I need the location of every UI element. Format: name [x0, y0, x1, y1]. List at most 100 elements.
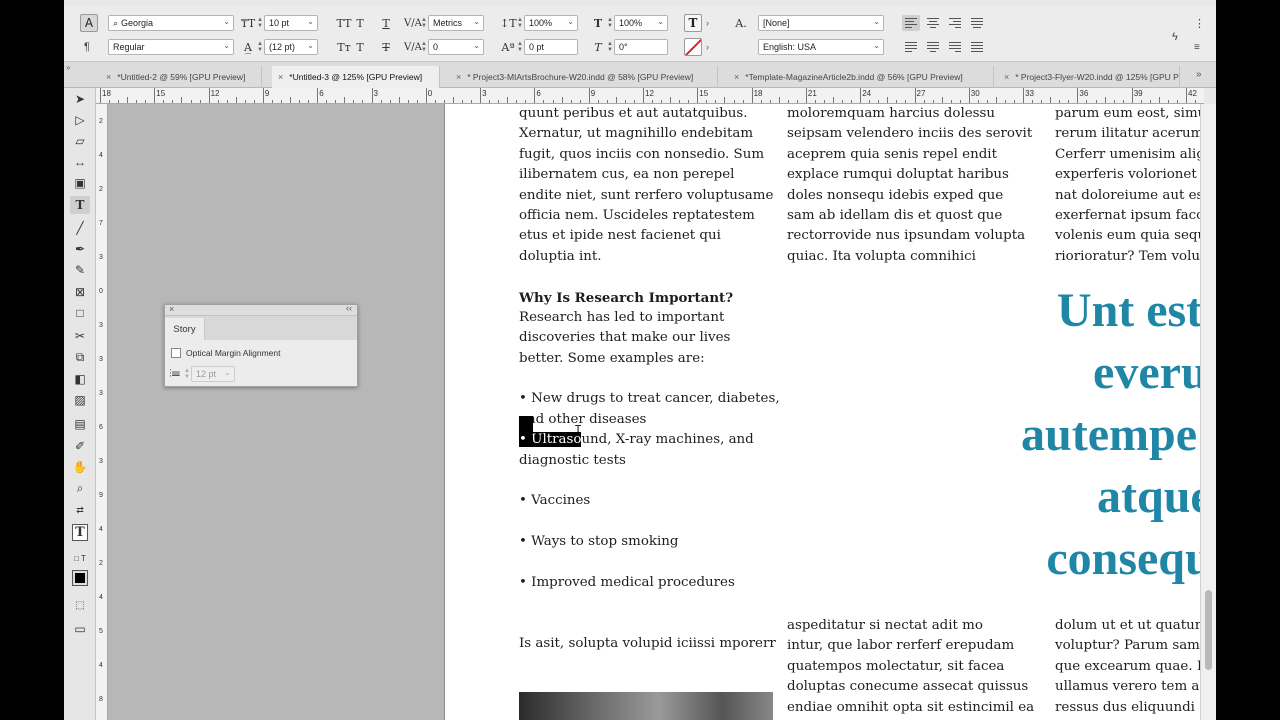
character-style-select[interactable]: [None] ⌄: [758, 15, 884, 31]
superscript-button[interactable]: T: [352, 17, 368, 30]
vertical-scale-field[interactable]: 100% ⌄: [524, 15, 578, 31]
horizontal-scale-field[interactable]: 100% ⌄: [614, 15, 668, 31]
scrollbar-thumb[interactable]: [1205, 590, 1212, 670]
note-tool-icon[interactable]: ▤: [70, 415, 90, 433]
line-tool-icon[interactable]: ╱: [70, 219, 90, 237]
strikethrough-button[interactable]: T: [378, 41, 394, 54]
gradient-swatch-tool-icon[interactable]: ◧: [70, 370, 90, 388]
margin-size-field[interactable]: 12 pt ⌄: [191, 366, 235, 382]
scissors-tool-icon[interactable]: ✂: [70, 327, 90, 345]
page-tool-icon[interactable]: ▱: [70, 132, 90, 150]
pull-quote[interactable]: Unt estiis qui n everum aut q autempe pa…: [865, 280, 1200, 590]
skew-field[interactable]: 0°: [614, 39, 668, 55]
leading-field[interactable]: (12 pt) ⌄: [264, 39, 318, 55]
text-column-1[interactable]: quunt peribus et aut autatquibus. Xernat…: [519, 104, 780, 655]
tab-untitled-2[interactable]: × *Untitled-2 @ 59% [GPU Preview]: [100, 66, 262, 88]
font-size-stepper[interactable]: ▲ ▼: [256, 15, 264, 31]
rectangle-tool-icon[interactable]: □: [70, 304, 90, 322]
kerning-stepper[interactable]: ▲ ▼: [420, 15, 428, 31]
text-column-3-lower[interactable]: dolum ut et ut quatur voluptur? Parum sa…: [1055, 616, 1200, 718]
direct-selection-tool-icon[interactable]: ▷: [70, 111, 90, 129]
pasteboard[interactable]: [108, 104, 444, 720]
optical-margin-alignment-checkbox[interactable]: Optical Margin Alignment: [171, 348, 281, 358]
paragraph-formatting-button[interactable]: ¶: [84, 38, 90, 56]
selection-tool-icon[interactable]: ➤: [70, 90, 90, 108]
lightning-icon[interactable]: ϟ: [1172, 28, 1178, 46]
normal-view-icon[interactable]: ▭: [70, 620, 90, 638]
hand-tool-icon[interactable]: ✋: [70, 458, 90, 476]
content-collector-icon[interactable]: ▣: [70, 174, 90, 192]
panel-menu-icon[interactable]: ⋮: [1194, 14, 1205, 32]
formatting-text-icon[interactable]: T: [70, 522, 90, 542]
collapse-icon[interactable]: ‹‹: [346, 303, 352, 313]
vertical-ruler[interactable]: 2 4 2 7 3 0 3 3 3 6 3 9 4 2 4 5 4 8: [96, 104, 108, 720]
pen-tool-icon[interactable]: ✒: [70, 240, 90, 258]
panel-titlebar[interactable]: × ‹‹: [165, 303, 357, 316]
fill-text-button[interactable]: T: [684, 14, 702, 32]
font-style-field[interactable]: Regular ⌄: [108, 39, 234, 55]
align-center-button[interactable]: [924, 15, 942, 31]
tracking-field[interactable]: 0 ⌄: [428, 39, 484, 55]
text-column-2-lower[interactable]: aspeditatur si nectat adit mo intur, que…: [787, 616, 1034, 718]
vertical-scale-stepper[interactable]: ▲ ▼: [516, 15, 524, 31]
free-transform-tool-icon[interactable]: ⧉: [70, 348, 90, 366]
font-size-field[interactable]: 10 pt ⌄: [264, 15, 318, 31]
kerning-field[interactable]: Metrics ⌄: [428, 15, 484, 31]
close-icon[interactable]: ×: [734, 72, 739, 82]
align-left-button[interactable]: [902, 15, 920, 31]
horizontal-scale-stepper[interactable]: ▲ ▼: [606, 15, 614, 31]
all-caps-button[interactable]: TT: [336, 17, 352, 30]
baseline-shift-field[interactable]: 0 pt: [524, 39, 578, 55]
screen-mode-icon[interactable]: ⬚: [70, 596, 90, 614]
leading-stepper[interactable]: ▲ ▼: [256, 39, 264, 55]
gradient-feather-tool-icon[interactable]: ▨: [70, 391, 90, 409]
margin-size-stepper[interactable]: ▲ ▼: [183, 366, 191, 382]
tab-project3-brochure[interactable]: × * Project3-MIArtsBrochure-W20.indd @ 5…: [450, 66, 718, 88]
more-tabs-icon[interactable]: »: [1196, 69, 1202, 80]
align-towards-spine-button[interactable]: [968, 15, 986, 31]
baseline-shift-stepper[interactable]: ▲ ▼: [516, 39, 524, 55]
align-right-button[interactable]: [946, 15, 964, 31]
close-icon[interactable]: ×: [1004, 72, 1009, 82]
font-family-field[interactable]: ⌕ Georgia ⌄: [108, 15, 234, 31]
justify-center-button[interactable]: [924, 39, 942, 55]
tracking-stepper[interactable]: ▲ ▼: [420, 39, 428, 55]
hamburger-menu-icon[interactable]: ≡: [1194, 38, 1200, 56]
tab-project3-flyer[interactable]: × * Project3-Flyer-W20.indd @ 125% [GPU …: [998, 66, 1180, 88]
justify-all-button[interactable]: [968, 39, 986, 55]
close-icon[interactable]: ×: [169, 304, 174, 314]
close-icon[interactable]: ×: [456, 72, 461, 82]
eyedropper-tool-icon[interactable]: ✐: [70, 437, 90, 455]
tab-story[interactable]: Story: [165, 318, 205, 340]
photo-image[interactable]: [519, 692, 773, 720]
rectangle-frame-tool-icon[interactable]: ⊠: [70, 283, 90, 301]
vertical-scrollbar[interactable]: [1200, 104, 1216, 720]
tab-untitled-3[interactable]: × *Untitled-3 @ 125% [GPU Preview]: [272, 66, 440, 88]
type-tool-icon[interactable]: T: [70, 196, 90, 214]
apply-container-icon[interactable]: □ T: [70, 549, 90, 567]
justify-left-button[interactable]: [902, 39, 920, 55]
fill-swatch-icon[interactable]: [70, 569, 90, 587]
close-icon[interactable]: ×: [278, 72, 283, 82]
small-caps-button[interactable]: Tт: [336, 41, 352, 54]
stroke-none-button[interactable]: [684, 38, 702, 56]
language-select[interactable]: English: USA ⌄: [758, 39, 884, 55]
document-page[interactable]: quunt peribus et aut autatquibus. Xernat…: [444, 104, 1200, 720]
text-column-2[interactable]: moloremquam harcius dolessu seipsam vele…: [787, 104, 1032, 267]
pencil-tool-icon[interactable]: ✎: [70, 261, 90, 279]
story-panel[interactable]: × ‹‹ Story Optical Margin Alignment ⫶☰ ▲…: [164, 303, 358, 387]
underline-button[interactable]: T: [378, 17, 394, 30]
justify-right-button[interactable]: [946, 39, 964, 55]
collapse-panel-icon[interactable]: »: [66, 63, 70, 72]
zoom-tool-icon[interactable]: ⌕: [70, 479, 90, 497]
skew-stepper[interactable]: ▲ ▼: [606, 39, 614, 55]
tab-template-magazine[interactable]: × *Template-MagazineArticle2b.indd @ 56%…: [728, 66, 994, 88]
text-column-3[interactable]: parum eum eost, simu rerum ilitatur acer…: [1055, 104, 1200, 267]
gap-tool-icon[interactable]: ↔: [70, 153, 90, 171]
checkbox-box[interactable]: [171, 348, 181, 358]
swap-fill-stroke-icon[interactable]: ⇄: [70, 501, 90, 519]
horizontal-ruler[interactable]: 18 15 12 9 6 3 0 3 6 9 12 15 18 21 24 27 30 33 36 39 42: [96, 88, 1204, 104]
close-icon[interactable]: ×: [106, 72, 111, 82]
character-formatting-button[interactable]: A: [80, 14, 98, 32]
subscript-button[interactable]: T: [352, 41, 368, 54]
